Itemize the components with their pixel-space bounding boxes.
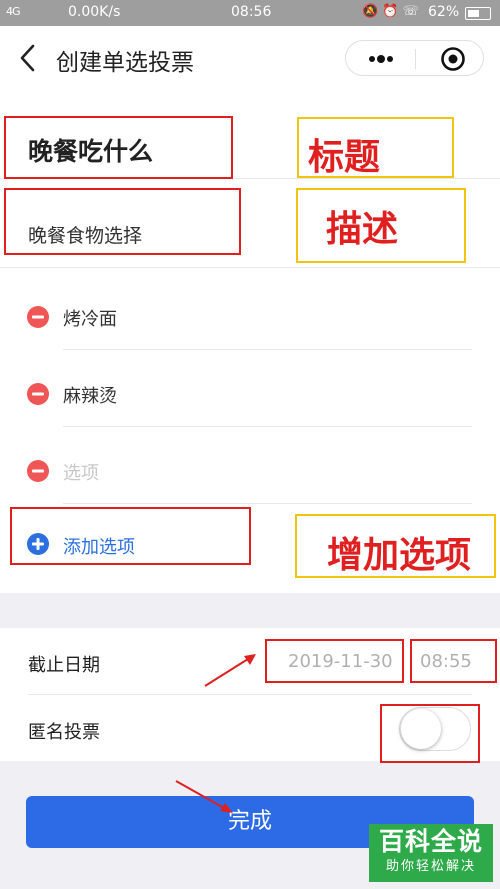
watermark-logo: 百科全说 助你轻松解决 — [369, 824, 493, 882]
annotation-arrow — [175, 780, 225, 809]
annotation-arrowhead — [220, 803, 233, 813]
annotation-arrow — [204, 658, 249, 687]
watermark-main-text: 百科全说 — [378, 827, 483, 856]
annotation-arrows — [175, 654, 256, 813]
watermark-sub-text: 助你轻松解决 — [385, 859, 476, 874]
